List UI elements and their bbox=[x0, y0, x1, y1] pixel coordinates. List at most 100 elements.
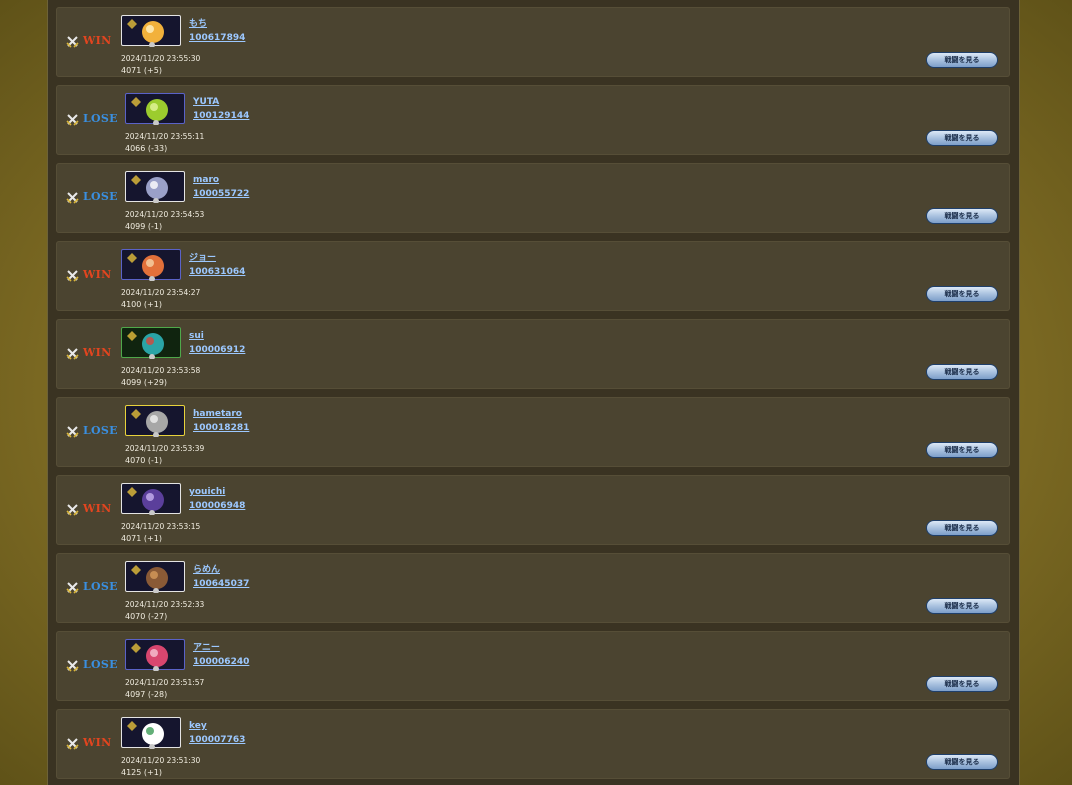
opponent-id-link[interactable]: 100006240 bbox=[193, 656, 249, 669]
opponent-avatar[interactable] bbox=[125, 171, 185, 203]
match-row: WIN もち 100617894 2024/11/20 23:55:30 407… bbox=[56, 7, 1010, 77]
view-battle-button[interactable]: 戦闘を見る bbox=[926, 286, 998, 302]
match-row: WIN sui 100006912 2024/11/20 23:53:58 40… bbox=[56, 319, 1010, 389]
opponent-name-link[interactable]: らめん bbox=[193, 564, 220, 577]
crossed-swords-icon bbox=[66, 113, 79, 126]
opponent-name-link[interactable]: youichi bbox=[189, 486, 225, 499]
view-battle-button[interactable]: 戦闘を見る bbox=[926, 442, 998, 458]
rating-change: 4099 (-1) bbox=[125, 222, 163, 231]
result-label: WIN bbox=[83, 502, 112, 515]
opponent-id-link[interactable]: 100006912 bbox=[189, 344, 245, 357]
rating-change: 4070 (-1) bbox=[125, 456, 163, 465]
crossed-swords-icon bbox=[66, 503, 79, 516]
match-row: WIN youichi 100006948 2024/11/20 23:53:1… bbox=[56, 475, 1010, 545]
match-result: LOSE bbox=[66, 658, 118, 672]
match-timestamp: 2024/11/20 23:53:39 bbox=[125, 444, 205, 453]
orange-creature-icon bbox=[127, 19, 164, 47]
crossed-swords-icon bbox=[66, 35, 79, 48]
silver-knight-icon bbox=[131, 175, 168, 203]
match-timestamp: 2024/11/20 23:52:33 bbox=[125, 600, 205, 609]
green-ball-icon bbox=[131, 97, 168, 125]
rating-change: 4066 (-33) bbox=[125, 144, 168, 153]
result-label: WIN bbox=[83, 346, 112, 359]
match-result: LOSE bbox=[66, 580, 118, 594]
view-battle-button[interactable]: 戦闘を見る bbox=[926, 52, 998, 68]
view-battle-button[interactable]: 戦闘を見る bbox=[926, 208, 998, 224]
result-label: LOSE bbox=[83, 112, 118, 125]
opponent-id-link[interactable]: 100006948 bbox=[189, 500, 245, 513]
view-battle-button[interactable]: 戦闘を見る bbox=[926, 754, 998, 770]
match-row: WIN key 100007763 2024/11/20 23:51:30 41… bbox=[56, 709, 1010, 779]
view-battle-button[interactable]: 戦闘を見る bbox=[926, 676, 998, 692]
opponent-id-link[interactable]: 100018281 bbox=[193, 422, 249, 435]
opponent-name-link[interactable]: もち bbox=[189, 18, 207, 31]
crossed-swords-icon bbox=[66, 581, 79, 594]
match-timestamp: 2024/11/20 23:51:30 bbox=[121, 756, 201, 765]
match-result: WIN bbox=[66, 346, 111, 360]
opponent-avatar[interactable] bbox=[121, 15, 181, 47]
opponent-avatar[interactable] bbox=[121, 483, 181, 515]
result-label: WIN bbox=[83, 736, 112, 749]
match-timestamp: 2024/11/20 23:51:57 bbox=[125, 678, 205, 687]
opponent-id-link[interactable]: 100617894 bbox=[189, 32, 245, 45]
result-label: WIN bbox=[83, 268, 112, 281]
opponent-id-link[interactable]: 100631064 bbox=[189, 266, 245, 279]
opponent-name-link[interactable]: maro bbox=[193, 174, 219, 187]
view-battle-button[interactable]: 戦闘を見る bbox=[926, 520, 998, 536]
opponent-avatar[interactable] bbox=[121, 327, 181, 359]
opponent-avatar[interactable] bbox=[121, 717, 181, 749]
opponent-id-link[interactable]: 100055722 bbox=[193, 188, 249, 201]
crossed-swords-icon bbox=[66, 191, 79, 204]
orange-orb-icon bbox=[127, 253, 164, 281]
match-result: LOSE bbox=[66, 112, 118, 126]
match-row: LOSE hametaro 100018281 2024/11/20 23:53… bbox=[56, 397, 1010, 467]
crossed-swords-icon bbox=[66, 269, 79, 282]
rating-change: 4071 (+1) bbox=[121, 534, 162, 543]
opponent-id-link[interactable]: 100007763 bbox=[189, 734, 245, 747]
result-label: LOSE bbox=[83, 190, 118, 203]
match-result: LOSE bbox=[66, 190, 118, 204]
match-result: WIN bbox=[66, 34, 111, 48]
match-timestamp: 2024/11/20 23:55:30 bbox=[121, 54, 201, 63]
view-battle-button[interactable]: 戦闘を見る bbox=[926, 364, 998, 380]
result-label: LOSE bbox=[83, 580, 118, 593]
match-result: WIN bbox=[66, 502, 111, 516]
match-result: WIN bbox=[66, 736, 111, 750]
purple-ghost-icon bbox=[127, 487, 164, 515]
sword-emblem-icon bbox=[127, 721, 164, 749]
crossed-swords-icon bbox=[66, 425, 79, 438]
result-label: LOSE bbox=[83, 424, 118, 437]
teal-creature-icon bbox=[127, 331, 164, 359]
opponent-id-link[interactable]: 100129144 bbox=[193, 110, 249, 123]
match-row: LOSE maro 100055722 2024/11/20 23:54:53 … bbox=[56, 163, 1010, 233]
brown-beast-icon bbox=[131, 565, 168, 593]
rating-change: 4099 (+29) bbox=[121, 378, 168, 387]
result-label: WIN bbox=[83, 34, 112, 47]
opponent-name-link[interactable]: アニー bbox=[193, 642, 220, 655]
rating-change: 4125 (+1) bbox=[121, 768, 162, 777]
rating-change: 4070 (-27) bbox=[125, 612, 168, 621]
grey-beast-icon bbox=[131, 409, 168, 437]
rating-change: 4071 (+5) bbox=[121, 66, 162, 75]
opponent-name-link[interactable]: key bbox=[189, 720, 207, 733]
opponent-name-link[interactable]: YUTA bbox=[193, 96, 219, 109]
opponent-avatar[interactable] bbox=[125, 405, 185, 437]
match-row: LOSE らめん 100645037 2024/11/20 23:52:33 4… bbox=[56, 553, 1010, 623]
view-battle-button[interactable]: 戦闘を見る bbox=[926, 598, 998, 614]
match-row: LOSE YUTA 100129144 2024/11/20 23:55:11 … bbox=[56, 85, 1010, 155]
match-history-panel: WIN もち 100617894 2024/11/20 23:55:30 407… bbox=[47, 0, 1020, 785]
opponent-id-link[interactable]: 100645037 bbox=[193, 578, 249, 591]
match-row: LOSE アニー 100006240 2024/11/20 23:51:57 4… bbox=[56, 631, 1010, 701]
match-row: WIN ジョー 100631064 2024/11/20 23:54:27 41… bbox=[56, 241, 1010, 311]
opponent-avatar[interactable] bbox=[125, 639, 185, 671]
opponent-name-link[interactable]: hametaro bbox=[193, 408, 242, 421]
opponent-name-link[interactable]: ジョー bbox=[189, 252, 216, 265]
match-timestamp: 2024/11/20 23:55:11 bbox=[125, 132, 205, 141]
opponent-avatar[interactable] bbox=[125, 93, 185, 125]
opponent-avatar[interactable] bbox=[125, 561, 185, 593]
match-timestamp: 2024/11/20 23:53:15 bbox=[121, 522, 201, 531]
match-result: LOSE bbox=[66, 424, 118, 438]
view-battle-button[interactable]: 戦闘を見る bbox=[926, 130, 998, 146]
opponent-avatar[interactable] bbox=[121, 249, 181, 281]
opponent-name-link[interactable]: sui bbox=[189, 330, 204, 343]
